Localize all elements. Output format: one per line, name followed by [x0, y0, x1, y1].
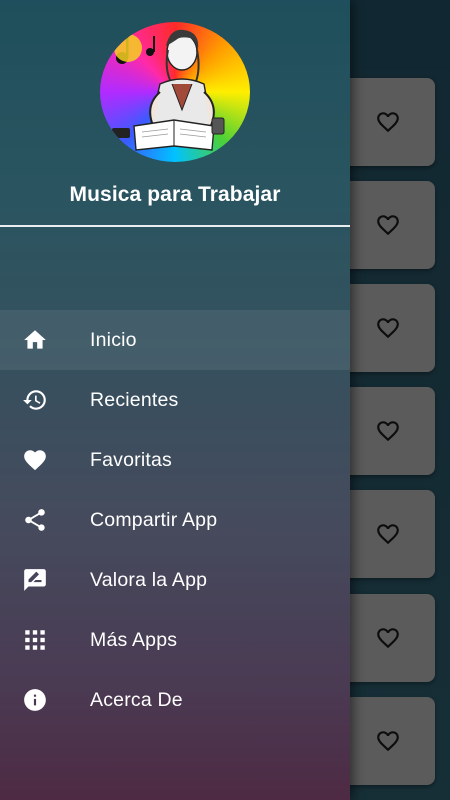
- header-divider: [0, 225, 350, 227]
- apps-grid-icon: [21, 626, 49, 654]
- menu-item-mas-apps[interactable]: Más Apps: [0, 610, 350, 670]
- drawer-header: Musica para Trabajar: [0, 0, 350, 227]
- app-title: Musica para Trabajar: [69, 183, 281, 206]
- menu-item-label: Compartir App: [90, 508, 218, 531]
- menu-item-label: Valora la App: [90, 568, 208, 591]
- menu-item-compartir-app[interactable]: Compartir App: [0, 490, 350, 550]
- menu-item-label: Favoritas: [90, 448, 172, 471]
- menu-item-recientes[interactable]: Recientes: [0, 370, 350, 430]
- drawer-menu: Inicio Recientes Favoritas Compartir App: [0, 310, 350, 730]
- menu-item-label: Inicio: [90, 328, 137, 351]
- menu-item-label: Recientes: [90, 388, 179, 411]
- navigation-drawer: Musica para Trabajar Inicio Recientes Fa…: [0, 0, 350, 800]
- home-icon: [21, 326, 49, 354]
- menu-item-valora-la-app[interactable]: Valora la App: [0, 550, 350, 610]
- menu-item-label: Acerca De: [90, 688, 183, 711]
- share-icon: [21, 506, 49, 534]
- rate-review-icon: [21, 566, 49, 594]
- app-logo: [100, 22, 250, 162]
- menu-item-favoritas[interactable]: Favoritas: [0, 430, 350, 490]
- info-icon: [21, 686, 49, 714]
- menu-item-acerca-de[interactable]: Acerca De: [0, 670, 350, 730]
- menu-item-inicio[interactable]: Inicio: [0, 310, 350, 370]
- menu-item-label: Más Apps: [90, 628, 178, 651]
- heart-icon: [21, 446, 49, 474]
- history-icon: [21, 386, 49, 414]
